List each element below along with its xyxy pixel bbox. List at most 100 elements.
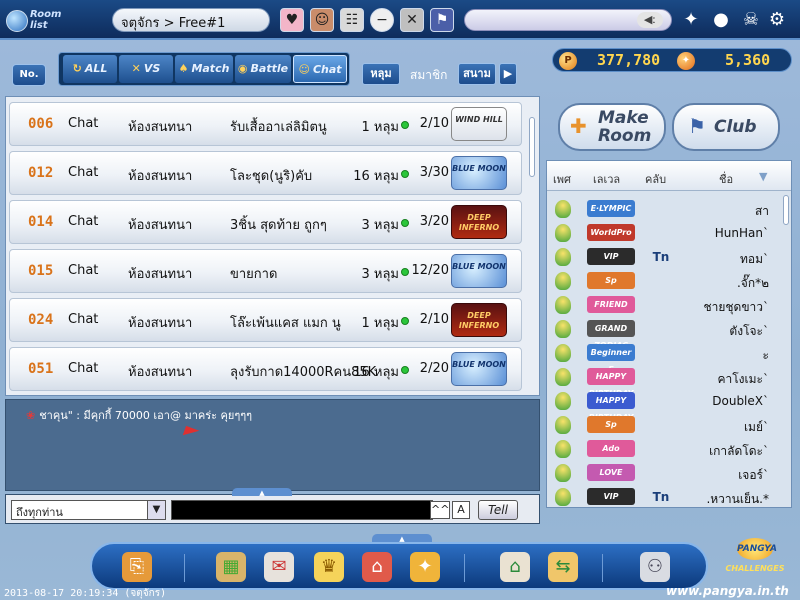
user-row[interactable]: WorldPro HunHan` <box>547 221 783 245</box>
player-sex-icon <box>555 440 571 458</box>
room-number: 051 <box>28 361 54 377</box>
column-name[interactable]: ชื่อ <box>719 170 733 188</box>
room-list: 006 Chat ห้องสนทนา รับเสื้ออาเล่ลิมิตนู … <box>5 96 540 396</box>
user-row[interactable]: FRIEND ชายชุดขาว` <box>547 293 783 317</box>
avatar-icon-1[interactable]: ♥ <box>280 8 304 32</box>
course-blue-moon-icon: BLUE MOON <box>451 352 507 386</box>
chevron-down-icon[interactable]: ▼ <box>759 170 767 183</box>
user-row[interactable]: VIP Tn ทอม` <box>547 245 783 269</box>
room-row[interactable]: 012 Chat ห้องสนทนา โละชุด(นูริ)คับ 16 หล… <box>9 151 522 195</box>
room-row[interactable]: 051 Chat ห้องสนทนา ลุงรับกาด14000Rคน85K … <box>9 347 522 391</box>
tab-vs[interactable]: ✕ VS <box>119 55 173 83</box>
status-dot-icon <box>401 121 409 129</box>
tab-chat[interactable]: ☺ Chat <box>293 55 347 83</box>
mailbox-icon[interactable]: ⌂ <box>362 552 392 582</box>
tell-button[interactable]: Tell <box>478 500 518 520</box>
column-sex[interactable]: เพศ <box>553 170 571 188</box>
course-blue-moon-icon: BLUE MOON <box>451 254 507 288</box>
level-badge: GRAND ZODIAC <box>587 320 635 350</box>
chat-target-select[interactable]: ถึงทุกท่าน ▼ <box>11 500 166 520</box>
gear-icon[interactable]: ⚙ <box>766 9 788 31</box>
club-emblem <box>651 463 671 483</box>
user-row[interactable]: Sp เมย์` <box>547 413 783 437</box>
player-name: สา <box>754 204 769 218</box>
club-emblem <box>651 295 671 315</box>
chat-message: ❀ ชาคุน" : มีคุกกี้ 70000 เอา@ มาคร่ะ คุย… <box>26 409 253 422</box>
room-holes: 16 หลุม <box>353 169 399 184</box>
room-row[interactable]: 024 Chat ห้องสนทนา โล๊ะเพ้นแคส แมก นู 1 … <box>9 298 522 342</box>
refresh-icon: ↻ <box>72 62 82 75</box>
trophy-icon[interactable]: ♛ <box>314 552 344 582</box>
column-level[interactable]: เลเวล <box>593 170 620 188</box>
avatar-icon-3[interactable]: ☷ <box>340 8 364 32</box>
shop-register-icon[interactable]: ▦ <box>216 552 246 582</box>
chat-bubble-icon[interactable]: ● <box>710 9 732 31</box>
tab-battle[interactable]: ◉ Battle <box>235 55 291 83</box>
sort-holes-button[interactable]: หลุม <box>362 63 400 85</box>
currency-bar: P 377,780 ✦ 5,360 <box>552 48 792 72</box>
make-room-button[interactable]: ✚ Make Room <box>558 103 666 151</box>
user-row[interactable]: LOVE เจอร์` <box>547 461 783 485</box>
avatar-icon-2[interactable]: ☺ <box>310 8 334 32</box>
tab-match[interactable]: ♠ Match <box>175 55 233 83</box>
room-list-button[interactable]: Room list <box>6 6 66 34</box>
room-row[interactable]: 014 Chat ห้องสนทนา 3ชิ้น สุดท้าย ถูกๆ 3 … <box>9 200 522 244</box>
user-row[interactable]: Sp .จั๊ก*๒ <box>547 269 783 293</box>
shout-input[interactable]: ◀ː <box>464 9 672 31</box>
room-list-icon <box>6 10 28 32</box>
user-row[interactable]: Ado เกาลัดโดะ` <box>547 437 783 461</box>
site-url: www.pangya.in.th <box>666 584 789 598</box>
user-row[interactable]: Beginner E ะ <box>547 341 783 374</box>
emoticon-button[interactable]: ^^ <box>430 501 450 519</box>
sort-members-label[interactable]: สมาชิก <box>410 66 447 85</box>
sort-number-button[interactable]: No. <box>12 64 46 86</box>
column-club[interactable]: คลับ <box>645 170 666 188</box>
room-mode: ห้องสนทนา <box>128 169 193 184</box>
user-row[interactable]: GRAND ZODIAC ตังโจะ` <box>547 317 783 350</box>
user-row[interactable]: VIP Tn .หวานเย็น.* <box>547 485 783 509</box>
pang-amount: 377,780 <box>597 51 661 69</box>
cookie-icon: ✦ <box>677 52 695 70</box>
sort-course-button[interactable]: สนาม <box>458 63 496 85</box>
user-list-scrollbar[interactable] <box>783 195 789 225</box>
club-button[interactable]: ⚑ Club <box>672 103 780 151</box>
user-row[interactable]: E·LYMPIC สา <box>547 197 783 221</box>
tab-all[interactable]: ↻ ALL <box>63 55 117 83</box>
chat-collapse-tab[interactable]: ▲ <box>232 488 292 497</box>
brand-logo: PANGYA <box>737 538 777 560</box>
room-type: Chat <box>68 165 99 180</box>
room-row[interactable]: 006 Chat ห้องสนทนา รับเสื้ออาเล่ลิมิตนู … <box>9 102 522 146</box>
room-list-scrollbar[interactable] <box>529 117 535 177</box>
next-page-button[interactable]: ▶ <box>499 63 517 85</box>
level-badge: HAPPY BIRTHDAY <box>587 368 635 398</box>
gift-icon[interactable]: ✉ <box>264 552 294 582</box>
close-icon[interactable]: ✕ <box>400 8 424 32</box>
course-deep-inferno-icon: DEEP INFERNO <box>451 303 507 337</box>
club-emblem <box>651 271 671 291</box>
my-room-icon[interactable]: ⇆ <box>548 552 578 582</box>
player-name: เจอร์` <box>738 468 769 482</box>
lounge-home-icon[interactable]: ⌂ <box>500 552 530 582</box>
breadcrumb: จตุจักร > Free#1 <box>112 8 270 32</box>
settings-plug-icon[interactable]: ⚇ <box>640 552 670 582</box>
player-name: .จั๊ก*๒ <box>736 276 769 290</box>
chat-input[interactable] <box>171 500 433 520</box>
cookie-shop-icon[interactable]: ✦ <box>410 552 440 582</box>
room-holes: 1 หลุม <box>361 316 399 331</box>
user-row[interactable]: HAPPY BIRTHDAY DoubleX` <box>547 389 783 422</box>
level-badge: HAPPY BIRTHDAY <box>587 392 635 422</box>
sparkle-icon[interactable]: ✦ <box>680 9 702 31</box>
player-sex-icon <box>555 272 571 290</box>
chevron-down-icon[interactable]: ▼ <box>147 501 165 519</box>
skull-icon[interactable]: ☠ <box>740 9 762 31</box>
room-row[interactable]: 015 Chat ห้องสนทนา ขายกาด 3 หลุม 12/20 B… <box>9 249 522 293</box>
minus-icon[interactable]: − <box>370 8 394 32</box>
chat-input-bar: ถึงทุกท่าน ▼ ^^ A Tell <box>5 494 540 524</box>
user-row[interactable]: HAPPY BIRTHDAY คาโงเมะ` <box>547 365 783 398</box>
club-emblem: Tn <box>652 490 670 504</box>
flag-icon[interactable]: ⚑ <box>430 8 454 32</box>
exit-door-icon[interactable]: ⎘ <box>122 552 152 582</box>
megaphone-icon[interactable]: ◀ː <box>637 12 663 28</box>
club-emblem <box>651 367 671 387</box>
font-button[interactable]: A <box>452 501 470 519</box>
